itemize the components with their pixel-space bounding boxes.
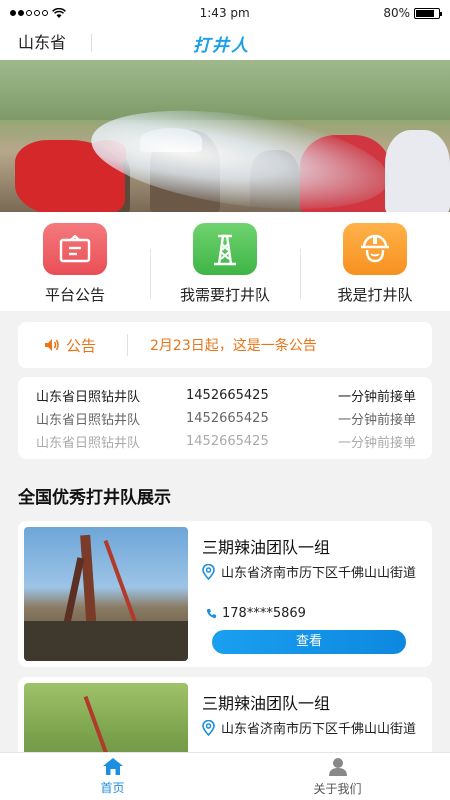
list-item: 山东省日照钻井队 1452665425 一分钟前接单 xyxy=(36,430,416,453)
notice-header: 公告 xyxy=(18,334,128,356)
action-label: 平台公告 xyxy=(44,286,105,304)
battery-indicator: 80% xyxy=(383,6,442,20)
view-button[interactable]: 查看 xyxy=(212,630,406,654)
team-photo xyxy=(24,527,188,661)
drilling-tower-icon xyxy=(193,223,257,275)
order-time: 一分钟前接单 xyxy=(337,436,416,451)
action-label: 我需要打井队 xyxy=(179,286,270,304)
order-time: 一分钟前接单 xyxy=(337,413,416,428)
bottom-tab-bar: 首页 关于我们 xyxy=(0,752,450,800)
platform-notice-action[interactable]: 平台公告 xyxy=(0,223,150,305)
signal-strength-icon xyxy=(10,10,48,16)
order-ticker: 山东省日照钻井队 1452665425 一分钟前接单 山东省日照钻井队 1452… xyxy=(18,377,432,459)
need-drilling-team-action[interactable]: 我需要打井队 xyxy=(150,223,300,305)
app-brand-logo: 打井人 xyxy=(193,35,250,56)
order-phone: 1452665425 xyxy=(186,388,269,403)
action-label: 我是打井队 xyxy=(337,286,413,304)
speaker-icon xyxy=(45,339,59,351)
order-phone: 1452665425 xyxy=(186,411,269,426)
list-item: 山东省日照钻井队 1452665425 一分钟前接单 xyxy=(36,407,416,430)
notice-bar[interactable]: 公告 2月23日起，这是一条公告 xyxy=(18,322,432,368)
home-icon xyxy=(102,758,123,775)
order-team: 山东省日照钻井队 xyxy=(36,390,141,405)
order-phone: 1452665425 xyxy=(186,434,269,449)
quick-actions: 平台公告 我需要打井队 我是打井队 xyxy=(0,212,450,311)
team-name: 三期辣油团队一组 xyxy=(202,538,331,557)
announcement-board-icon xyxy=(43,223,107,275)
signal-indicator xyxy=(10,7,66,19)
phone-text: 178****5869 xyxy=(222,606,306,621)
phone-icon xyxy=(206,609,216,619)
tab-label: 首页 xyxy=(100,781,125,795)
team-phone: 178****5869 xyxy=(206,606,306,621)
team-address: 山东省济南市历下区千佛山山街道 xyxy=(202,564,417,584)
i-am-drilling-team-action[interactable]: 我是打井队 xyxy=(300,223,450,305)
tab-home[interactable]: 首页 xyxy=(0,753,225,800)
notice-text: 2月23日起，这是一条公告 xyxy=(150,338,317,354)
banner-image[interactable] xyxy=(0,60,450,212)
team-address: 山东省济南市历下区千佛山山街道 xyxy=(202,720,417,740)
wifi-icon xyxy=(52,7,66,18)
address-text: 山东省济南市历下区千佛山山街道 xyxy=(221,722,417,737)
location-pin-icon xyxy=(202,564,215,580)
status-bar: 1:43 pm 80% xyxy=(0,0,450,26)
address-text: 山东省济南市历下区千佛山山街道 xyxy=(221,566,417,581)
order-team: 山东省日照钻井队 xyxy=(36,436,141,451)
user-icon xyxy=(328,757,347,776)
status-time: 1:43 pm xyxy=(199,6,250,20)
battery-icon xyxy=(414,7,442,19)
order-team: 山东省日照钻井队 xyxy=(36,413,141,428)
battery-percent: 80% xyxy=(383,6,410,20)
app-header: 山东省 打井人 xyxy=(0,26,450,60)
tab-about-us[interactable]: 关于我们 xyxy=(225,753,450,800)
worker-helmet-icon xyxy=(343,223,407,275)
team-name: 三期辣油团队一组 xyxy=(202,694,331,713)
notice-label: 公告 xyxy=(66,336,97,355)
section-title: 全国优秀打井队展示 xyxy=(18,488,171,508)
province-selector[interactable]: 山东省 xyxy=(0,34,92,52)
list-item: 山东省日照钻井队 1452665425 一分钟前接单 xyxy=(36,384,416,407)
tab-label: 关于我们 xyxy=(313,781,362,796)
location-pin-icon xyxy=(202,720,215,736)
team-card[interactable]: 三期辣油团队一组 山东省济南市历下区千佛山山街道 178****5869 查看 xyxy=(18,521,432,667)
order-time: 一分钟前接单 xyxy=(337,390,416,405)
